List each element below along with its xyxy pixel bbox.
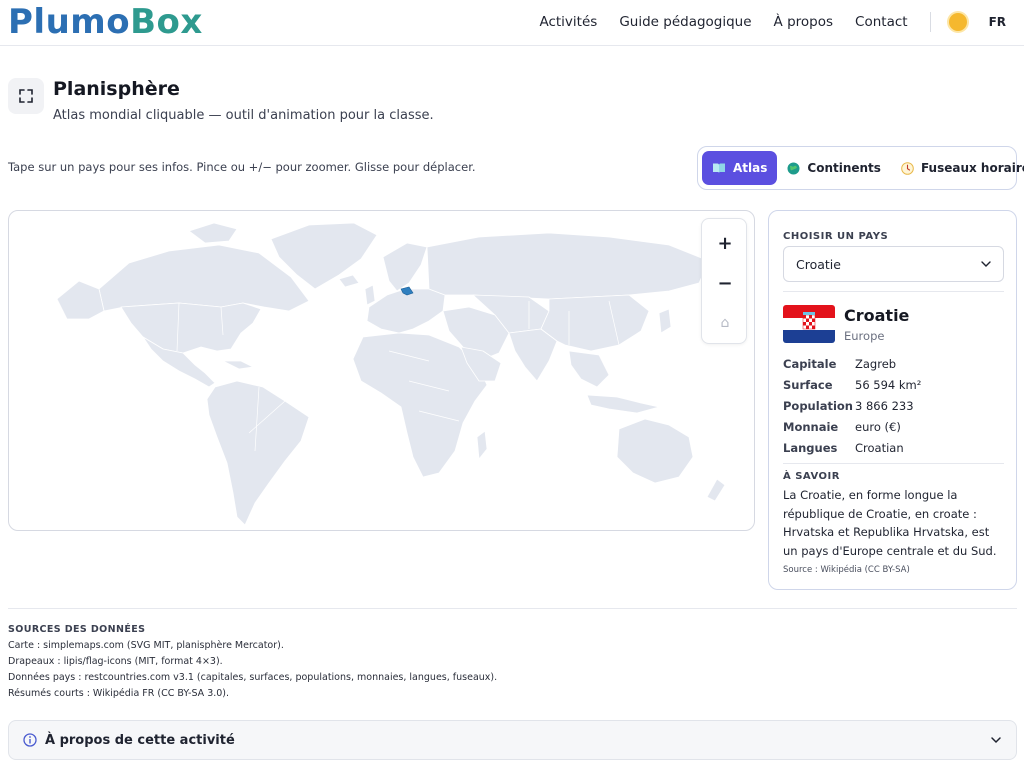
fullscreen-button[interactable] [8, 78, 44, 114]
chevron-down-icon [981, 261, 991, 267]
page-subtitle: Atlas mondial cliquable — outil d'animat… [53, 108, 434, 123]
zoom-out-button[interactable]: − [702, 263, 748, 303]
country-info-card: CHOISIR UN PAYS Croatie Croatie Europe C… [768, 210, 1017, 590]
country-indonesia[interactable] [586, 394, 660, 414]
nav-divider [929, 12, 931, 32]
zoom-in-button[interactable]: + [702, 223, 748, 263]
country-russia[interactable] [426, 232, 710, 300]
about-activity-title: À propos de cette activité [45, 732, 235, 748]
country-alaska[interactable] [56, 280, 105, 320]
did-you-know-text: La Croatie, en forme longue la républiqu… [783, 488, 997, 558]
country-india[interactable] [508, 328, 558, 382]
fact-value: Croatian [855, 440, 904, 455]
about-activity-accordion[interactable]: À propos de cette activité [8, 720, 1017, 760]
source-line: Carte : simplemaps.com (SVG MIT, planisp… [8, 640, 284, 651]
fact-value: euro (€) [855, 419, 901, 434]
world-map[interactable] [8, 210, 755, 531]
info-icon [23, 733, 37, 747]
mode-continents-label: Continents [807, 161, 881, 175]
country-caribbean[interactable] [222, 360, 254, 370]
main-nav: Activités Guide pédagogique À propos Con… [539, 0, 1024, 44]
country-europe[interactable] [366, 288, 446, 334]
fact-key: Capitale [783, 356, 837, 371]
logo-part-plumo: Plumo [8, 2, 131, 42]
fact-key: Monnaie [783, 419, 839, 434]
nav-activites[interactable]: Activités [539, 14, 597, 30]
fact-row-currency: Monnaie euro (€) [783, 416, 1004, 437]
country-se-asia[interactable] [568, 350, 610, 388]
country-iceland[interactable] [338, 274, 360, 288]
logo-part-box: Box [130, 2, 203, 42]
source-line: Résumés courts : Wikipédia FR (CC BY-SA … [8, 688, 230, 699]
fact-row-languages: Langues Croatian [783, 437, 1004, 458]
globe-icon [787, 162, 800, 175]
site-header: Plumo Box Activités Guide pédagogique À p… [0, 0, 1024, 46]
clock-icon [901, 161, 914, 175]
fact-key: Population [783, 398, 853, 413]
mode-atlas-button[interactable]: Atlas [702, 151, 778, 185]
nav-a-propos[interactable]: À propos [774, 14, 833, 30]
mode-atlas-label: Atlas [733, 161, 768, 175]
sources-divider [8, 608, 1017, 609]
site-logo[interactable]: Plumo Box [8, 2, 203, 42]
country-usa[interactable] [120, 302, 262, 354]
fact-key: Surface [783, 377, 833, 392]
country-australia[interactable] [616, 418, 694, 484]
source-line: Drapeaux : lipis/flag-icons (MIT, format… [8, 656, 223, 667]
home-icon[interactable]: ⌂ [702, 303, 748, 343]
book-icon [712, 162, 726, 174]
country-select[interactable]: Croatie [783, 246, 1004, 282]
fullscreen-icon [19, 89, 33, 103]
country-facts: Capitale Zagreb Surface 56 594 km² Popul… [783, 353, 1004, 458]
flag-croatia-icon [783, 305, 835, 343]
country-japan[interactable] [658, 308, 672, 334]
page-title: Planisphère [53, 78, 180, 100]
map-instructions: Tape sur un pays pour ses infos. Pince o… [8, 160, 476, 174]
country-new-zealand[interactable] [706, 478, 726, 502]
zoom-controls: + − ⌂ [701, 218, 747, 344]
world-map-svg[interactable] [9, 211, 755, 531]
language-switch[interactable]: FR [989, 15, 1006, 29]
fact-row-population: Population 3 866 233 [783, 395, 1004, 416]
fact-value: Zagreb [855, 356, 897, 371]
nav-guide[interactable]: Guide pédagogique [619, 14, 751, 30]
mode-timezones-label: Fuseaux horaires [920, 161, 1024, 175]
country-canada[interactable] [98, 244, 310, 312]
country-select-value: Croatie [796, 256, 841, 272]
nav-contact[interactable]: Contact [855, 14, 908, 30]
chevron-down-icon [991, 737, 1001, 744]
did-you-know-source: Source : Wikipédia (CC BY-SA) [783, 565, 910, 575]
card-divider [783, 291, 1004, 292]
fact-row-surface: Surface 56 594 km² [783, 374, 1004, 395]
sources-heading: SOURCES DES DONNÉES [8, 624, 146, 635]
country-name: Croatie [844, 306, 910, 325]
country-madagascar[interactable] [476, 430, 488, 460]
mode-switch: Atlas Continents Fuseaux horaires [697, 146, 1024, 190]
did-you-know-label: À SAVOIR [783, 471, 840, 482]
fact-key: Langues [783, 440, 838, 455]
source-line: Données pays : restcountries.com v3.1 (c… [8, 672, 498, 683]
fact-value: 56 594 km² [855, 377, 922, 392]
fact-value: 3 866 233 [855, 398, 914, 413]
country-china[interactable] [540, 294, 650, 352]
mode-continents-button[interactable]: Continents [777, 151, 891, 185]
fact-row-capital: Capitale Zagreb [783, 353, 1004, 374]
country-continent: Europe [844, 329, 885, 343]
sun-icon[interactable] [948, 13, 967, 31]
country-scandinavia[interactable] [382, 242, 428, 292]
data-sources: SOURCES DES DONNÉES Carte : simplemaps.c… [8, 622, 497, 702]
country-arctic-islands[interactable] [188, 222, 238, 244]
mode-timezones-button[interactable]: Fuseaux horaires [891, 151, 1024, 185]
card-divider [783, 463, 1004, 464]
country-uk[interactable] [364, 284, 376, 306]
choose-country-label: CHOISIR UN PAYS [783, 231, 889, 242]
